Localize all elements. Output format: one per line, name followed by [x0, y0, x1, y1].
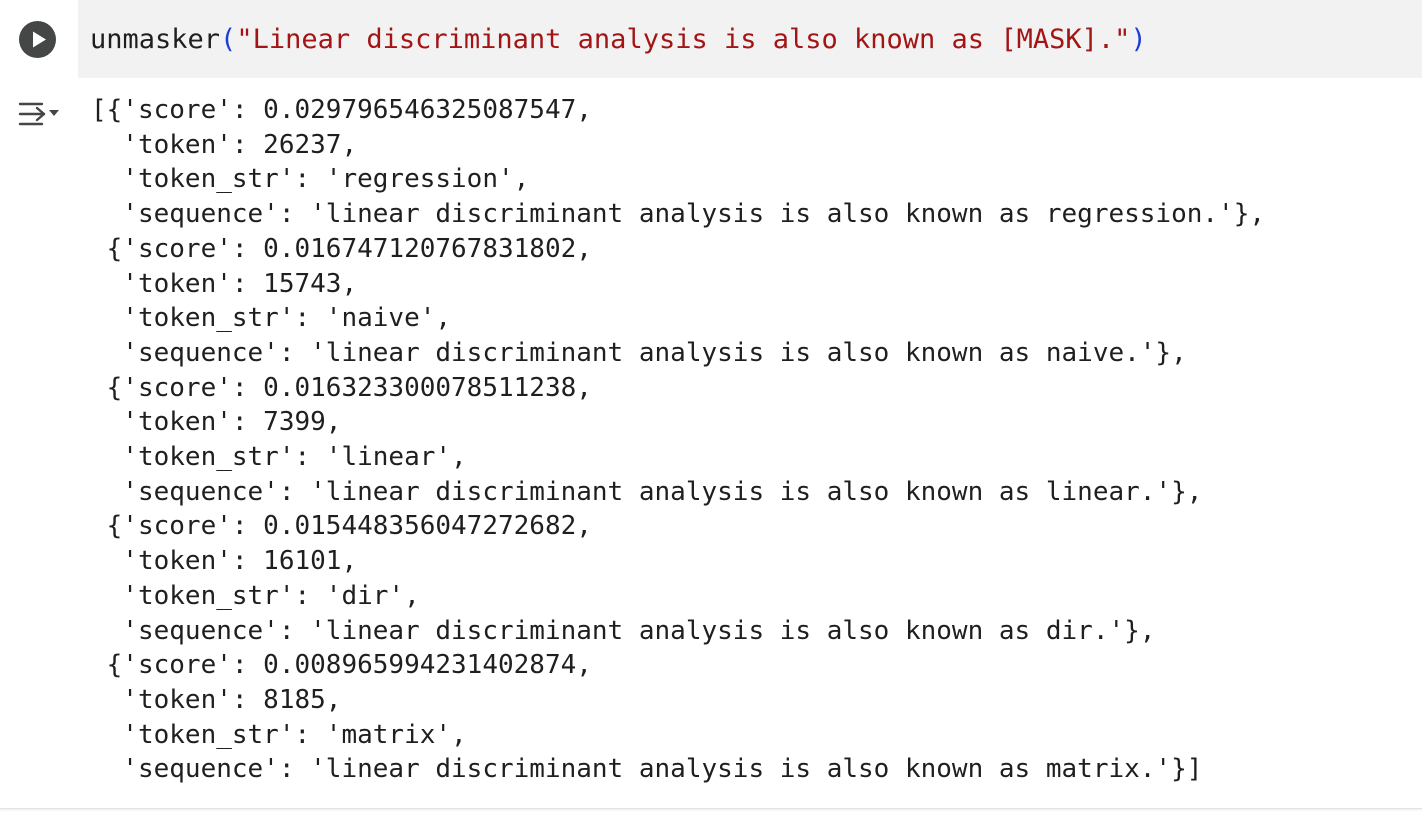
output-line: 'token': 7399, [91, 407, 342, 438]
run-cell-button[interactable] [19, 21, 56, 58]
output-line: 'token_str': 'dir', [91, 580, 420, 611]
output-line: [{'score': 0.029796546325087547, [91, 95, 592, 125]
output-line: 'token_str': 'naive', [91, 303, 452, 334]
code-row: unmasker("Linear discriminant analysis i… [0, 0, 1422, 78]
play-circle-icon [33, 31, 46, 48]
code-cell: unmasker("Linear discriminant analysis i… [0, 0, 1422, 809]
code-open-paren: ( [220, 24, 237, 55]
cell-gutter [0, 0, 78, 78]
output-line: 'sequence': 'linear discriminant analysi… [91, 337, 1187, 368]
output-line: 'sequence': 'linear discriminant analysi… [91, 754, 1203, 785]
output-line: 'sequence': 'linear discriminant analysi… [91, 476, 1203, 507]
output-line: {'score': 0.015448356047272682, [91, 511, 592, 542]
output-line: 'token_str': 'regression', [91, 164, 530, 195]
output-line: 'token': 16101, [91, 546, 358, 577]
code-editor[interactable]: unmasker("Linear discriminant analysis i… [78, 0, 1422, 78]
output-line: 'token': 8185, [91, 684, 342, 715]
output-line: 'sequence': 'linear discriminant analysi… [91, 199, 1265, 230]
output-toggle-button[interactable] [16, 96, 62, 132]
output-line: {'score': 0.016323300078511238, [91, 372, 592, 403]
output-line: {'score': 0.016747120767831802, [91, 233, 592, 264]
output-line: 'sequence': 'linear discriminant analysi… [91, 615, 1156, 646]
output-line: 'token': 26237, [91, 129, 358, 160]
code-string-literal: "Linear discriminant analysis is also kn… [236, 24, 1131, 55]
output-collapse-icon [18, 102, 59, 126]
output-line: 'token': 15743, [91, 268, 358, 299]
output-line: {'score': 0.008965994231402874, [91, 650, 592, 681]
code-close-paren: ) [1130, 24, 1147, 55]
output-line: 'token_str': 'linear', [91, 442, 467, 473]
output-line: 'token_str': 'matrix', [91, 719, 467, 750]
code-line: unmasker("Linear discriminant analysis i… [90, 22, 1147, 58]
code-function-name: unmasker [90, 24, 221, 55]
output-text: [{'score': 0.029796546325087547, 'token'… [91, 93, 1265, 787]
output-area: [{'score': 0.029796546325087547, 'token'… [0, 78, 1422, 808]
